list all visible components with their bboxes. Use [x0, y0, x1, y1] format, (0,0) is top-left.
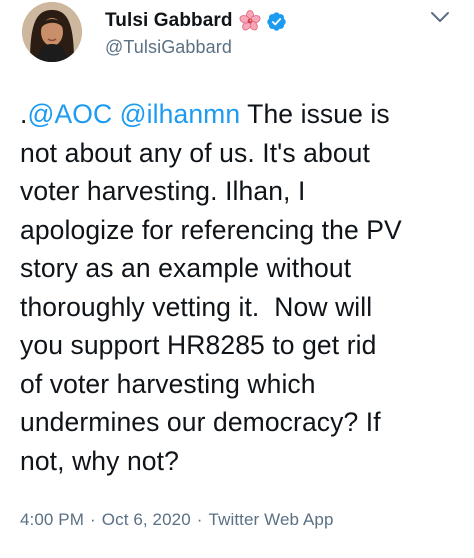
tweet: Tulsi Gabbard @TulsiGabbard .@AOC @ilhan…	[0, 0, 474, 558]
tweet-text-line: you support HR8285 to get rid	[20, 330, 377, 360]
tweet-text-line: voter harvesting. Ilhan, I	[20, 176, 306, 206]
meta-separator: ·	[196, 510, 203, 529]
tweet-text-line: undermines our democracy? If	[20, 407, 381, 437]
mention-aoc-link[interactable]: @AOC	[27, 99, 112, 129]
verified-badge-icon	[266, 11, 287, 32]
hibiscus-flower-icon	[239, 10, 261, 32]
author-name-row: Tulsi Gabbard	[105, 8, 287, 34]
avatar[interactable]	[22, 2, 82, 62]
mention-ilhanmn-link[interactable]: @ilhanmn	[120, 99, 241, 129]
tweet-text-line: .@AOC @ilhanmn The issue is	[20, 95, 460, 134]
author-handle[interactable]: @TulsiGabbard	[105, 37, 287, 58]
author-info: Tulsi Gabbard @TulsiGabbard	[105, 8, 287, 58]
chevron-down-icon[interactable]	[430, 10, 450, 24]
tweet-text-line: apologize for referencing the PV	[20, 214, 402, 245]
tweet-metadata: 4:00 PM · Oct 6, 2020 · Twitter Web App	[20, 510, 334, 530]
tweet-text-line-rest: The issue is	[240, 99, 390, 129]
tweet-text-line: not, why not?	[20, 445, 179, 476]
tweet-text-line: story as an example without	[20, 253, 352, 283]
tweet-text-line: thoroughly vetting it. Now will	[20, 291, 373, 322]
tweet-text-line: not about any of us. It's about	[20, 137, 370, 168]
tweet-text-line: of voter harvesting which	[20, 368, 316, 399]
tweet-time-link[interactable]: 4:00 PM	[20, 510, 84, 529]
tweet-date-link[interactable]: Oct 6, 2020	[102, 510, 191, 529]
author-display-name[interactable]: Tulsi Gabbard	[105, 10, 233, 32]
avatar-photo	[22, 2, 82, 62]
tweet-source-link[interactable]: Twitter Web App	[209, 510, 334, 529]
meta-separator: ·	[90, 510, 96, 529]
tweet-text: .@AOC @ilhanmn The issue is not about an…	[20, 95, 460, 480]
